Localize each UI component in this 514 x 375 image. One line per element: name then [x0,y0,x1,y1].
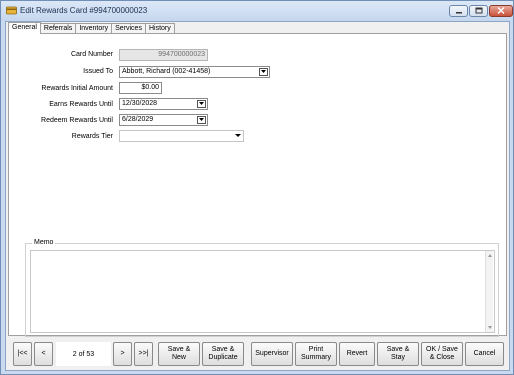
maximize-button[interactable] [469,5,488,17]
print-summary-button[interactable]: Print Summary [295,342,337,366]
maximize-icon [475,7,483,16]
rewards-tier-label: Rewards Tier [71,133,113,140]
scroll-up-icon[interactable] [488,254,492,257]
rewards-card-icon [6,5,17,16]
earns-until-value: 12/30/2028 [122,100,158,107]
save-new-button[interactable]: Save & New [158,342,200,366]
supervisor-button[interactable]: Supervisor [251,342,293,366]
initial-amount-label: Rewards Initial Amount [41,85,113,92]
save-stay-button[interactable]: Save & Stay [377,342,419,366]
rewards-tier-select[interactable] [119,130,244,142]
close-button[interactable] [489,5,513,17]
window-title: Edit Rewards Card #994700000023 [20,6,148,15]
general-tab-page: Card Number 994700000023 Issued To Abbot… [8,33,507,337]
earns-until-date-picker[interactable]: 12/30/2028 [119,98,208,110]
action-bar: |<< < 2 of 53 > >>| Save & New Save & Du… [8,338,507,370]
ok-save-close-button[interactable]: OK / Save & Close [421,342,463,366]
memo-group: Memo [25,239,499,337]
chevron-down-icon [199,99,204,109]
last-record-button[interactable]: >>| [134,342,153,366]
chevron-down-icon [261,67,266,77]
redeem-until-label: Redeem Rewards Until [41,117,113,124]
memo-textarea[interactable] [30,250,495,333]
issued-to-value: Abbott, Richard (002-41458) [122,68,211,75]
dialog-content: General Referrals Inventory Services His… [5,21,510,371]
title-bar[interactable]: Edit Rewards Card #994700000023 [1,1,513,21]
redeem-until-value: 6/28/2029 [122,116,154,123]
minimize-button[interactable] [449,5,468,17]
minimize-icon [455,7,463,16]
card-number-label: Card Number [70,51,113,58]
tab-general[interactable]: General [8,22,41,34]
first-record-button[interactable]: |<< [13,342,32,366]
chevron-down-icon [199,115,204,125]
memo-scrollbar[interactable] [485,251,493,332]
scroll-down-icon[interactable] [488,326,492,329]
issued-to-dropdown-button[interactable] [259,68,268,76]
issued-to-combo[interactable]: Abbott, Richard (002-41458) [119,66,270,78]
earns-until-calendar-button[interactable] [197,100,206,108]
redeem-until-date-picker[interactable]: 6/28/2029 [119,114,208,126]
chevron-down-icon [235,134,241,137]
initial-amount-field[interactable]: $0.00 [119,82,162,94]
earns-until-label: Earns Rewards Until [49,101,113,108]
memo-label: Memo [32,239,56,246]
close-icon [497,6,505,16]
redeem-until-calendar-button[interactable] [197,116,206,124]
record-position: 2 of 53 [56,342,111,366]
next-record-button[interactable]: > [113,342,132,366]
previous-record-button[interactable]: < [34,342,53,366]
edit-rewards-card-window: Edit Rewards Card #994700000023 General … [0,0,514,375]
cancel-button[interactable]: Cancel [465,342,504,366]
card-number-field: 994700000023 [119,49,208,61]
revert-button[interactable]: Revert [339,342,375,366]
issued-to-label: Issued To [83,68,113,75]
save-duplicate-button[interactable]: Save & Duplicate [202,342,244,366]
